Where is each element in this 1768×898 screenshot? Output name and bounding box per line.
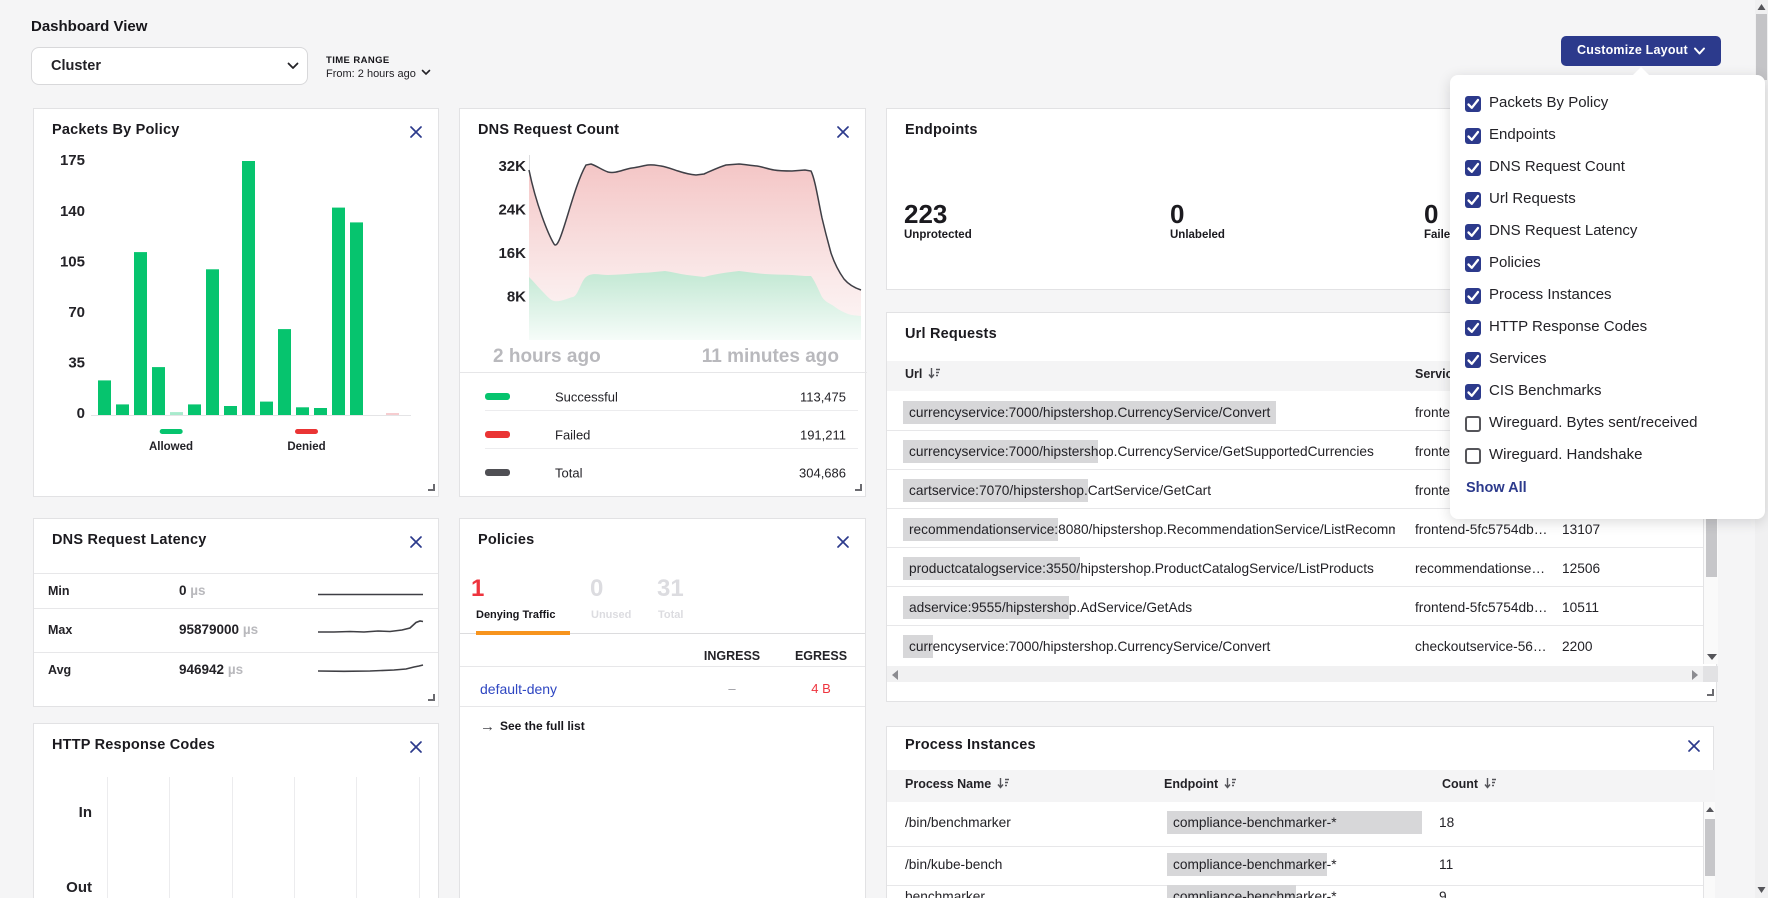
svg-text:Successful: Successful [555, 390, 618, 405]
svg-text:191,211: 191,211 [800, 428, 846, 443]
svg-text:304,686: 304,686 [799, 466, 846, 481]
svg-text:In: In [79, 804, 92, 821]
svg-text:140: 140 [60, 203, 85, 220]
svg-text:11 minutes ago: 11 minutes ago [702, 346, 839, 367]
svg-text:113,475: 113,475 [800, 390, 846, 405]
svg-text:24K: 24K [498, 202, 526, 219]
svg-text:Allowed: Allowed [149, 441, 193, 453]
svg-text:2 hours ago: 2 hours ago [493, 346, 601, 367]
svg-text:8K: 8K [507, 289, 526, 306]
svg-text:Denied: Denied [287, 441, 325, 453]
svg-text:32K: 32K [498, 158, 526, 175]
svg-text:Total: Total [555, 466, 583, 481]
svg-text:Out: Out [66, 879, 92, 896]
svg-text:175: 175 [60, 152, 85, 169]
svg-text:0: 0 [77, 405, 85, 422]
svg-text:35: 35 [68, 355, 85, 372]
svg-text:Failed: Failed [555, 428, 590, 443]
svg-text:70: 70 [68, 304, 85, 321]
svg-text:105: 105 [60, 254, 85, 271]
svg-text:16K: 16K [498, 245, 526, 262]
